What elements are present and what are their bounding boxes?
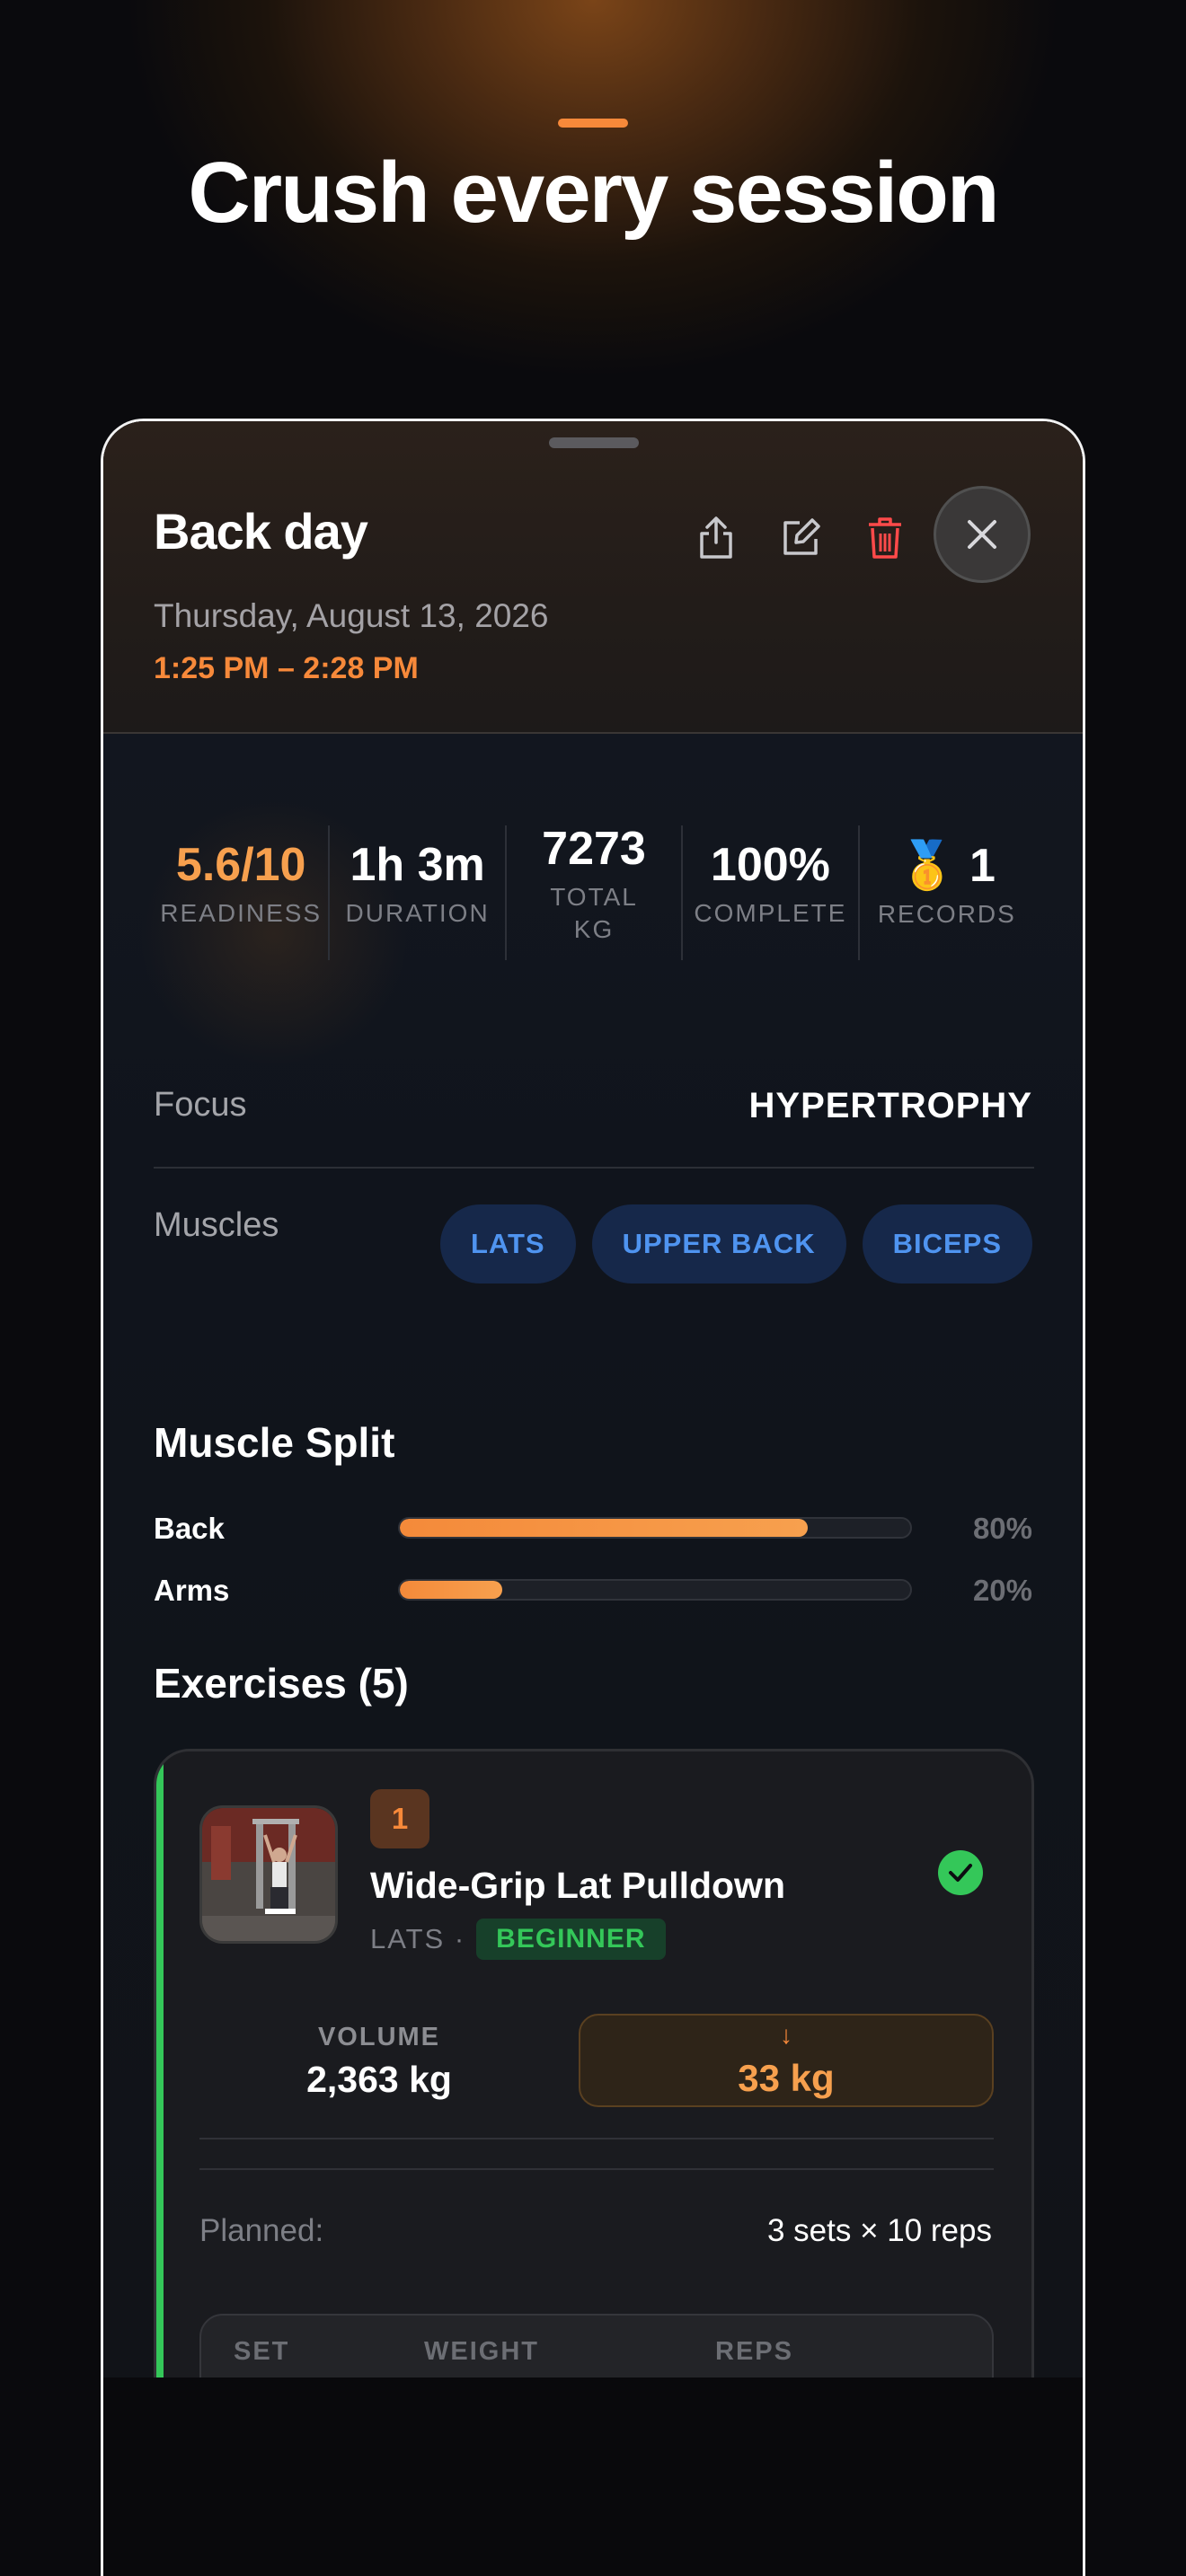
exercise-number-badge: 1 xyxy=(370,1789,429,1848)
completed-stripe xyxy=(156,1751,164,2378)
hero-title: Crush every session xyxy=(188,145,999,241)
workout-detail-sheet: Back day Thursday, August 13, 2026 1:25 … xyxy=(103,421,1083,2378)
exercise-photo-icon xyxy=(202,1808,335,1941)
split-pct-arms: 20% xyxy=(972,1574,1032,1607)
table-header-set: SET xyxy=(234,2337,290,2366)
card-divider-1 xyxy=(199,2138,994,2139)
stat-total-label: TOTAL KG xyxy=(550,883,638,943)
card-divider-2 xyxy=(199,2168,994,2170)
exercise-card[interactable]: 1 Wide-Grip Lat Pulldown LATS · BEGINNER… xyxy=(154,1749,1034,2378)
sheet-header: Back day Thursday, August 13, 2026 1:25 … xyxy=(103,421,1083,734)
split-bar-arms xyxy=(398,1579,912,1601)
focus-divider xyxy=(154,1167,1034,1169)
stat-total-kg: 7273 TOTAL KG xyxy=(504,823,681,960)
exercise-thumbnail xyxy=(199,1805,338,1944)
muscle-chips: LATS UPPER BACK BICEPS xyxy=(439,1204,1032,1284)
stat-records-label: RECORDS xyxy=(877,900,1016,928)
stat-total-value: 7273 xyxy=(542,823,646,875)
stat-complete-value: 100% xyxy=(710,839,830,891)
phone-frame: Back day Thursday, August 13, 2026 1:25 … xyxy=(101,419,1085,2576)
split-fill-arms xyxy=(400,1581,502,1599)
edit-icon xyxy=(783,518,820,555)
stat-readiness: 5.6/10 READINESS xyxy=(154,825,328,960)
planned-value: 3 sets × 10 reps xyxy=(766,2213,992,2248)
split-bar-back xyxy=(398,1517,912,1539)
trash-icon xyxy=(869,517,901,559)
stat-complete-label: COMPLETE xyxy=(694,899,847,927)
exercise-level-badge: BEGINNER xyxy=(476,1919,666,1960)
stat-readiness-value: 5.6/10 xyxy=(175,839,306,891)
table-header-weight: WEIGHT xyxy=(424,2337,539,2366)
muscles-label: Muscles xyxy=(154,1206,279,1244)
close-icon xyxy=(968,520,996,549)
split-pct-back: 80% xyxy=(972,1512,1032,1545)
sheet-grabber[interactable] xyxy=(549,437,639,448)
muscle-chip-lats[interactable]: LATS xyxy=(439,1204,576,1284)
weight-change-box: ↓ 33 kg xyxy=(579,2014,994,2107)
volume-label: VOLUME xyxy=(317,2023,441,2051)
completed-check-icon xyxy=(938,1850,983,1895)
close-button[interactable] xyxy=(934,486,1031,583)
stat-duration-label: DURATION xyxy=(345,899,490,927)
focus-label: Focus xyxy=(154,1086,247,1124)
muscle-chip-biceps[interactable]: BICEPS xyxy=(862,1204,1032,1284)
stat-complete: 100% COMPLETE xyxy=(681,825,857,960)
exercises-title: Exercises (5) xyxy=(154,1660,409,1707)
hero-accent-bar xyxy=(558,119,628,128)
share-button[interactable] xyxy=(689,511,743,565)
exercise-meta: LATS · BEGINNER xyxy=(370,1919,666,1960)
exercise-name: Wide-Grip Lat Pulldown xyxy=(370,1865,785,1906)
volume-value: 2,363 kg xyxy=(306,2059,452,2100)
stat-records-value: 🥇 1 xyxy=(898,840,996,892)
split-label-back: Back xyxy=(154,1512,225,1545)
workout-title: Back day xyxy=(154,503,368,560)
share-icon xyxy=(700,516,732,559)
table-header-reps: REPS xyxy=(715,2337,793,2366)
planned-label: Planned: xyxy=(199,2213,324,2248)
sets-table: SET WEIGHT REPS xyxy=(199,2314,994,2378)
exercise-muscle: LATS · xyxy=(370,1923,466,1954)
muscle-split-title: Muscle Split xyxy=(154,1419,395,1466)
split-fill-back xyxy=(400,1519,809,1537)
delete-button[interactable] xyxy=(858,511,912,565)
weight-change-value: 33 kg xyxy=(738,2057,835,2099)
stat-duration-value: 1h 3m xyxy=(350,839,485,891)
muscle-chip-upper-back[interactable]: UPPER BACK xyxy=(591,1204,846,1284)
split-label-arms: Arms xyxy=(154,1574,230,1607)
stat-readiness-label: READINESS xyxy=(160,899,323,927)
stat-duration: 1h 3m DURATION xyxy=(328,825,504,960)
arrow-down-icon: ↓ xyxy=(780,2021,792,2049)
workout-time-range: 1:25 PM – 2:28 PM xyxy=(154,651,419,685)
workout-date: Thursday, August 13, 2026 xyxy=(154,597,549,634)
stat-records: 🥇 1 RECORDS xyxy=(857,825,1034,960)
edit-button[interactable] xyxy=(774,511,828,565)
focus-value: HYPERTROPHY xyxy=(748,1086,1032,1125)
stats-row: 5.6/10 READINESS 1h 3m DURATION 7273 TOT… xyxy=(154,823,1034,960)
